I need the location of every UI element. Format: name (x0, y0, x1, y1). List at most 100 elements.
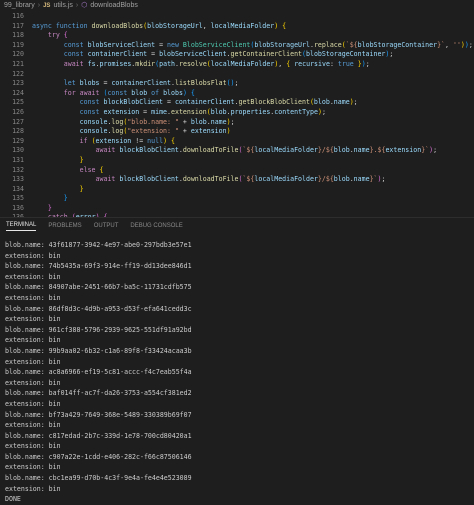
line-number: 127 (12, 117, 24, 126)
code-line[interactable]: 116 (0, 12, 474, 22)
code-line[interactable]: 118 try { (0, 31, 474, 41)
line-number: 123 (12, 79, 24, 88)
code-token: "extension: " (127, 127, 179, 136)
code-line[interactable]: 121 await fs.promises.mkdir(path.resolve… (0, 60, 474, 70)
code-line[interactable]: 130 await blockBlobClient.downloadToFile… (0, 146, 474, 156)
terminal-line: blob.name: c907a22e-1cdd-e406-282c-f66c8… (5, 452, 192, 461)
tab-output[interactable]: OUTPUT (94, 223, 119, 231)
line-number: 126 (12, 107, 24, 116)
code-token: , (202, 21, 211, 30)
code-text: } (32, 156, 84, 166)
code-line[interactable]: 134 } (0, 185, 474, 195)
code-token: replace (313, 40, 342, 49)
code-token: BlobServiceClient (182, 40, 251, 49)
code-token: const (79, 98, 104, 107)
code-line[interactable]: 117 async function downloadBlobs(blobStor… (0, 22, 474, 32)
code-line[interactable]: 128 console.log("extension: " + extensio… (0, 127, 474, 137)
code-token: } (79, 155, 84, 164)
line-number: 116 (12, 12, 24, 20)
code-token: const (63, 40, 88, 49)
code-token: contentType (274, 107, 318, 116)
line-number: 125 (12, 98, 24, 107)
terminal-line: extension: bin (5, 442, 61, 451)
code-line[interactable]: 123 let blobs = containerClient.listBlob… (0, 79, 474, 89)
code-token: ; (321, 107, 326, 116)
terminal-line: extension: bin (5, 421, 61, 430)
code-token: = (147, 50, 160, 59)
code-line[interactable]: 124 for await (const blob of blobs) { (0, 89, 474, 99)
code-line[interactable]: 131 } (0, 156, 474, 166)
bottom-panel: TERMINAL PROBLEMS OUTPUT DEBUG CONSOLE b… (0, 217, 474, 503)
code-text: if (extension != null) { (32, 137, 175, 147)
code-token: blockBlobClient (119, 175, 179, 184)
code-token: , (445, 40, 453, 49)
code-token: try (47, 31, 60, 40)
code-token: resolve (179, 59, 207, 68)
code-token: getContainerClient (230, 50, 303, 59)
code-token: name (353, 175, 370, 184)
code-line[interactable]: 126 const extension = mime.extension(blo… (0, 108, 474, 118)
code-token: ; (468, 40, 473, 49)
code-token: } (353, 59, 362, 68)
code-token: listBlobsFlat (174, 79, 227, 88)
code-token: blob (131, 88, 148, 97)
line-number: 130 (12, 146, 24, 155)
code-line[interactable]: 127 console.log("blob.name: " + blob.nam… (0, 118, 474, 128)
line-number: 135 (12, 194, 24, 203)
code-token: ; (365, 59, 370, 68)
code-token: blob (210, 107, 227, 116)
line-number: 129 (12, 136, 24, 145)
code-token: ; (433, 146, 438, 155)
tab-terminal[interactable]: TERMINAL (6, 222, 37, 231)
line-number: 128 (12, 127, 24, 136)
code-token: let (63, 79, 80, 88)
code-line[interactable]: 120 const containerClient = blobServiceC… (0, 50, 474, 60)
code-token: + (178, 127, 191, 136)
breadcrumb-file[interactable]: utils.js (53, 0, 72, 12)
code-token: "blob.name: " (127, 117, 179, 126)
terminal-line: extension: bin (5, 293, 61, 302)
breadcrumb-function[interactable]: downloadBlobs (90, 0, 137, 12)
code-line[interactable]: 125 const blockBlobClient = containerCli… (0, 98, 474, 108)
code-token: localMediaFolder (254, 175, 318, 184)
code-token: blobStorageUrl (147, 21, 203, 30)
terminal-line: extension: bin (5, 399, 61, 408)
code-token: blob (333, 175, 350, 184)
code-token: localMediaFolder (254, 146, 318, 155)
code-token: { (171, 136, 176, 145)
terminal-line: blob.name: 84907abe-2451-66b7-ba5c-11731… (5, 283, 192, 292)
function-icon: ⬡ (81, 2, 88, 9)
code-token: ; (230, 117, 235, 126)
code-token: containerClient (174, 98, 235, 107)
code-line[interactable]: 119 const blobServiceClient = new BlobSe… (0, 41, 474, 51)
code-token: = (163, 98, 175, 107)
code-text: const extension = mime.extension(blob.pr… (32, 108, 326, 118)
code-line[interactable]: 136 } (0, 204, 474, 214)
code-line[interactable]: 132 else { (0, 166, 474, 176)
breadcrumb-folder[interactable]: 99_library (4, 0, 35, 12)
code-text: const blobServiceClient = new BlobServic… (32, 41, 473, 51)
terminal-output[interactable]: blob.name: 43f61877-3942-4e97-abe0-297bd… (0, 231, 474, 505)
code-line[interactable]: 129 if (extension != null) { (0, 137, 474, 147)
code-token: { (282, 21, 287, 30)
line-number: 117 (12, 21, 24, 30)
code-line[interactable]: 133 await blockBlobClient.downloadToFile… (0, 175, 474, 185)
code-token: blobServiceClient (159, 50, 227, 59)
code-line[interactable]: 122 (0, 70, 474, 80)
code-token: getBlockBlobClient (238, 98, 310, 107)
code-editor[interactable]: 116 117 async function downloadBlobs(blobS… (0, 12, 474, 217)
tab-debug-console[interactable]: DEBUG CONSOLE (130, 223, 182, 231)
code-token: `${ (345, 40, 358, 49)
code-line[interactable]: 135 } (0, 194, 474, 204)
code-token: { (63, 31, 68, 40)
code-text: } (32, 194, 68, 204)
code-token: `${ (242, 146, 255, 155)
tab-problems[interactable]: PROBLEMS (48, 223, 81, 231)
code-token: }/${ (317, 146, 334, 155)
code-text: console.log("blob.name: " + blob.name); (32, 118, 235, 128)
